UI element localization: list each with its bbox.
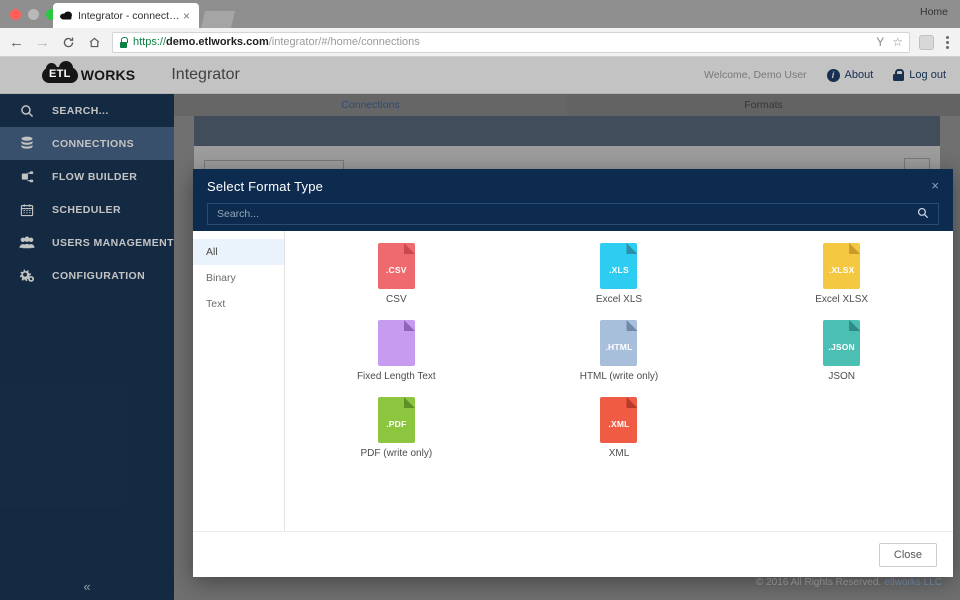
browser-tab-title: Integrator - connections (78, 9, 180, 22)
file-type-icon: .XLS (600, 243, 638, 289)
folded-corner-icon (626, 320, 638, 331)
format-search-box[interactable] (207, 203, 939, 225)
folded-corner-icon (849, 320, 861, 331)
format-category-list: All Binary Text (193, 231, 285, 531)
file-extension-label: .XML (608, 419, 630, 429)
format-option[interactable]: .XLSX Excel XLSX (730, 243, 953, 320)
file-type-icon: .XLSX (823, 243, 861, 289)
close-window-button[interactable] (10, 9, 21, 20)
format-option[interactable]: .JSON JSON (730, 320, 953, 397)
address-bar-url: https://demo.etlworks.com/integrator/#/h… (133, 36, 420, 48)
format-label: Excel XLSX (815, 294, 869, 305)
file-extension-label: .CSV (386, 265, 407, 275)
category-label: Binary (206, 272, 236, 284)
format-label: XML (608, 448, 630, 459)
category-label: All (206, 246, 218, 258)
browser-window: Integrator - connections × Home ← → http… (0, 0, 960, 600)
file-extension-label: .HTML (605, 342, 633, 352)
format-label: HTML (write only) (579, 371, 659, 382)
url-scheme: https:// (133, 36, 167, 48)
dialog-title: Select Format Type (207, 179, 324, 194)
format-label: JSON (828, 371, 855, 382)
format-label: Excel XLS (595, 294, 643, 305)
cloud-favicon-icon (59, 9, 73, 23)
format-label: CSV (386, 294, 407, 305)
dialog-footer: Close (193, 531, 953, 577)
extension-icon[interactable] (919, 34, 934, 50)
close-icon[interactable]: × (931, 178, 939, 193)
back-icon[interactable]: ← (8, 34, 25, 51)
file-extension-label: .XLS (609, 265, 629, 275)
forward-icon[interactable]: → (34, 34, 51, 51)
folded-corner-icon (403, 397, 415, 408)
browser-tab-strip: Integrator - connections × Home (0, 0, 960, 28)
select-format-type-dialog: Select Format Type × All (193, 169, 953, 577)
reload-icon[interactable] (60, 34, 77, 51)
file-type-icon: .PDF (377, 397, 415, 443)
category-text[interactable]: Text (193, 291, 284, 317)
folded-corner-icon (626, 397, 638, 408)
format-option[interactable]: Fixed Length Text (285, 320, 508, 397)
search-icon (917, 207, 929, 222)
format-option[interactable]: .XML XML (508, 397, 731, 474)
file-type-icon: .CSV (377, 243, 415, 289)
url-path: /integrator/#/home/connections (268, 36, 420, 48)
bookmark-star-icon[interactable]: ☆ (892, 35, 903, 49)
browser-tab[interactable]: Integrator - connections × (53, 3, 199, 28)
folded-corner-icon (849, 243, 861, 254)
format-option[interactable]: .XLS Excel XLS (508, 243, 731, 320)
minimize-window-button[interactable] (28, 9, 39, 20)
category-binary[interactable]: Binary (193, 265, 284, 291)
address-bar[interactable]: https://demo.etlworks.com/integrator/#/h… (112, 31, 910, 53)
file-type-icon: .JSON (823, 320, 861, 366)
browser-toolbar: ← → https://demo.etlworks.com/integrator… (0, 28, 960, 57)
folded-corner-icon (403, 320, 415, 331)
file-type-icon: .HTML (600, 320, 638, 366)
format-label: Fixed Length Text (356, 371, 436, 382)
category-all[interactable]: All (193, 239, 284, 265)
format-option[interactable]: .CSV CSV (285, 243, 508, 320)
menubar-home-label[interactable]: Home (920, 6, 948, 18)
category-label: Text (206, 298, 226, 310)
application: ETL WORKS Integrator Welcome, Demo User … (0, 57, 960, 600)
browser-menu-icon[interactable] (943, 35, 952, 49)
new-tab-button[interactable] (201, 11, 235, 28)
format-option[interactable]: .PDF PDF (write only) (285, 397, 508, 474)
close-button[interactable]: Close (878, 542, 937, 567)
file-extension-label: .JSON (828, 342, 855, 352)
folded-corner-icon (626, 243, 638, 254)
filter-icon[interactable]: Υ (876, 35, 884, 49)
search-input[interactable] (217, 208, 917, 220)
file-extension-label: .XLSX (828, 265, 855, 275)
file-extension-label: .PDF (386, 419, 407, 429)
tab-close-icon[interactable]: × (180, 10, 193, 22)
folded-corner-icon (403, 243, 415, 254)
logo-mark-text: ETL (49, 68, 71, 80)
dialog-body: All Binary Text .CSV CSV .XLS Excel XLS .XLS… (193, 231, 953, 531)
format-label: PDF (write only) (360, 448, 433, 459)
url-host: demo.etlworks.com (166, 36, 269, 48)
format-option[interactable]: .HTML HTML (write only) (508, 320, 731, 397)
file-type-icon: .XML (600, 397, 638, 443)
secure-lock-icon (119, 37, 128, 48)
file-type-icon (377, 320, 415, 366)
window-controls (10, 9, 57, 20)
dialog-header: Select Format Type × (193, 169, 953, 231)
format-grid: .CSV CSV .XLS Excel XLS .XLSX Excel XLSX Fixed… (285, 231, 953, 531)
home-icon[interactable] (86, 34, 103, 51)
